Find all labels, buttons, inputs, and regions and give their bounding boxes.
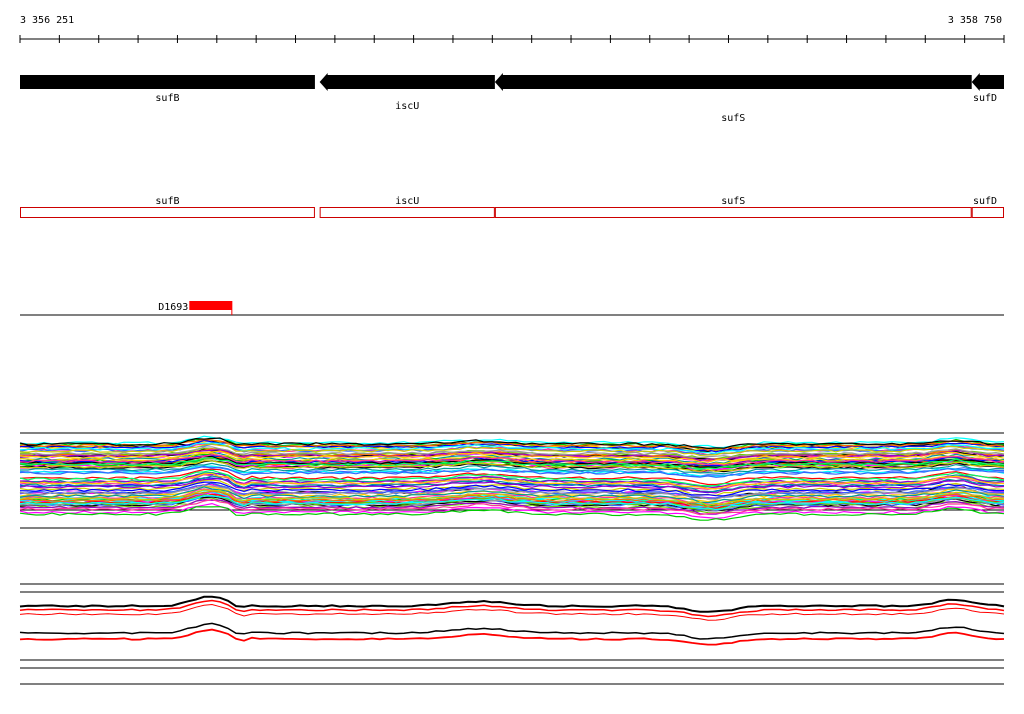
genome-browser-view: 3 356 251 3 358 750 sufB iscU sufS sufD suf… [19,15,1005,685]
gene-label-sufB: sufB [155,93,179,104]
gene-arrow-sufD[interactable] [971,73,1004,91]
multi-sample-profile-track [19,432,1005,529]
gene-arrow-sufS[interactable] [494,73,972,91]
gene-box-label-sufS: sufS [721,196,745,207]
gene-box-label-sufD: sufD [973,196,997,207]
ruler-start-label: 3 356 251 [20,15,74,26]
gene-arrow-iscU[interactable] [319,73,495,91]
feature-label: D1693 [158,302,188,313]
gene-box-track: sufB iscU sufS sufD [20,196,1005,218]
summary-profile-track [19,583,1005,685]
ruler-end-label: 3 358 750 [948,15,1002,26]
summary-profile-line [19,628,1005,646]
gene-label-sufD: sufD [973,93,997,104]
gene-label-iscU: iscU [395,101,419,112]
gene-label-sufS: sufS [721,113,745,124]
summary-profile-line [19,603,1005,621]
gene-box-sufD[interactable] [971,207,1005,218]
coordinate-ruler: 3 356 251 3 358 750 [19,15,1005,43]
gene-arrow-sufB[interactable] [20,75,315,89]
gene-box-label-sufB: sufB [155,196,179,207]
gene-box-iscU[interactable] [319,207,495,218]
gene-arrow-track: sufB iscU sufS sufD [20,73,1004,124]
gene-box-sufB[interactable] [20,207,315,218]
feature-track: D1693 [20,301,1004,316]
gene-box-label-iscU: iscU [395,196,419,207]
feature-mark[interactable] [189,301,232,310]
gene-box-sufS[interactable] [494,207,972,218]
